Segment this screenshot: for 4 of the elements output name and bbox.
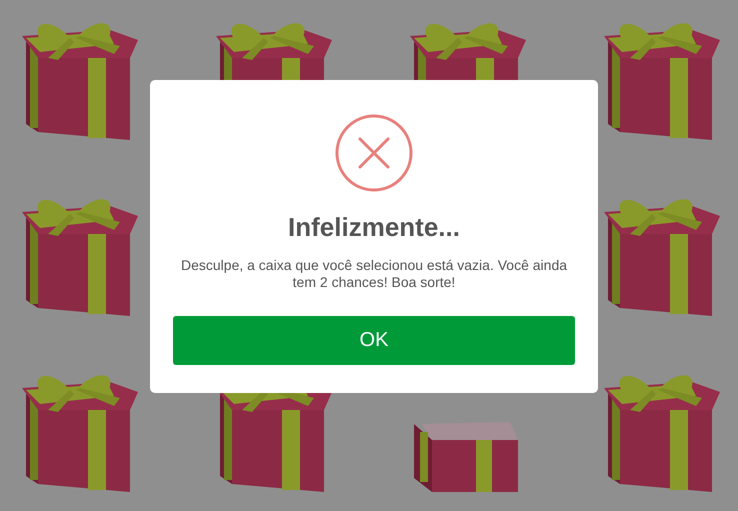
error-icon bbox=[335, 114, 413, 192]
dialog-message: Desculpe, a caixa que você selecionou está vazia. Você ainda tem 2 chances! Boa sorte! bbox=[180, 257, 568, 291]
dialog-title: Infelizmente... bbox=[288, 212, 460, 243]
ok-button[interactable]: OK bbox=[173, 316, 575, 365]
